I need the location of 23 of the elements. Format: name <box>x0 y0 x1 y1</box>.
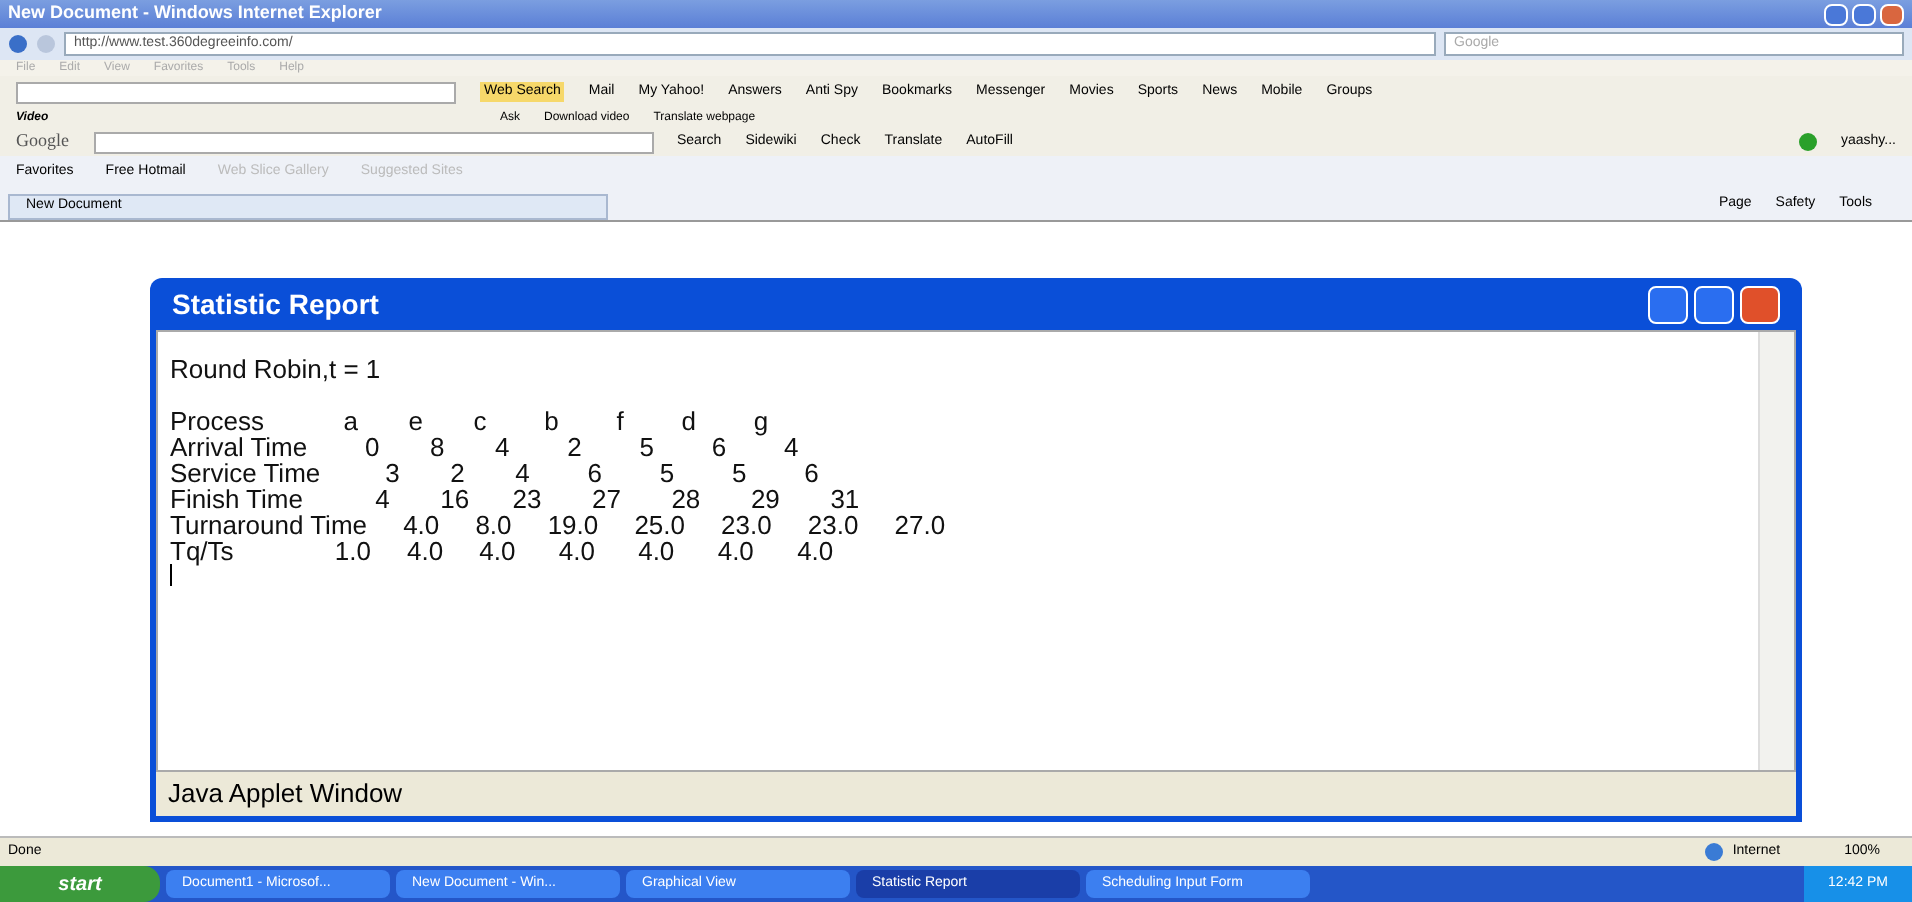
scrollbar[interactable] <box>1758 332 1794 770</box>
window-title: New Document - Windows Internet Explorer <box>8 0 382 27</box>
report-heading: Round Robin,t = 1 <box>170 356 383 382</box>
minimize-button[interactable] <box>1648 285 1688 323</box>
text-cursor <box>170 564 172 586</box>
report-line: Service Time 3 2 4 6 5 5 6 <box>170 460 819 486</box>
close-button[interactable] <box>1740 285 1780 323</box>
google-logo: Google <box>16 128 69 155</box>
maximize-button[interactable] <box>1852 3 1876 25</box>
report-line: Process a e c b f d g <box>170 408 769 434</box>
applet-title: Statistic Report <box>172 285 379 324</box>
report-line: Arrival Time 0 8 4 2 5 6 4 <box>170 434 799 460</box>
minimize-button[interactable] <box>1824 3 1848 25</box>
applet-status-bar: Java Applet Window <box>156 772 1796 816</box>
report-line: Finish Time 4 16 23 27 28 29 31 <box>170 486 860 512</box>
user-status-icon <box>1797 132 1817 152</box>
report-line: Turnaround Time 4.0 8.0 19.0 25.0 23.0 23.0 27.0 <box>170 512 946 538</box>
toolbar-search-field[interactable] <box>16 81 456 103</box>
report-line: Tq/Ts 1.0 4.0 4.0 4.0 4.0 4.0 4.0 <box>170 538 834 564</box>
close-button[interactable] <box>1880 3 1904 25</box>
google-search-field[interactable] <box>93 131 653 153</box>
maximize-button[interactable] <box>1694 285 1734 323</box>
start-button[interactable]: start <box>0 866 160 902</box>
